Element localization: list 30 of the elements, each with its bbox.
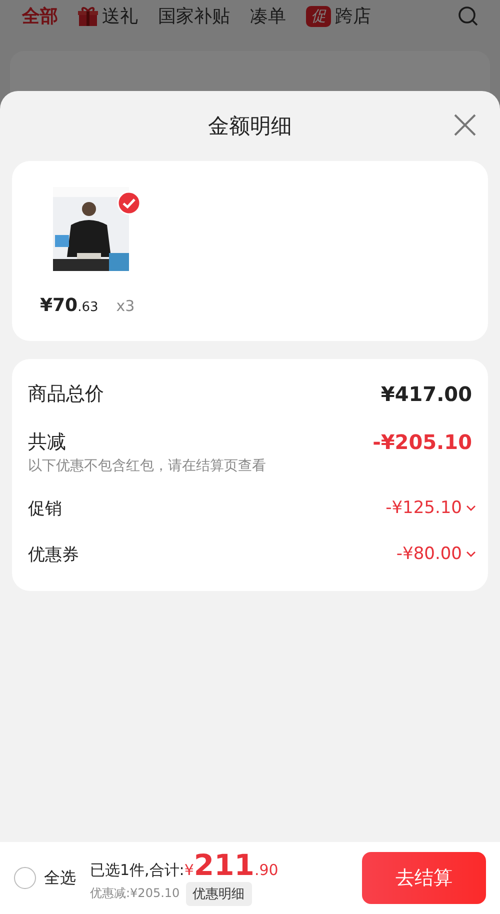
category-tab[interactable]: 全部 [22,4,58,28]
checkout-button[interactable]: 去结算 [362,852,486,904]
summary-amount: -¥125.10 [386,498,462,518]
product-price: ¥70.63 [40,295,98,316]
selected-count-text: 已选1件,合计: [90,860,184,880]
caret-icon[interactable] [466,504,476,512]
category-tab[interactable]: 国家补贴 [158,4,230,28]
summary-note: 以下优惠不包含红包，请在结算页查看 [28,457,267,475]
summary-amount: -¥205.10 [372,430,472,454]
total-price: ¥211.90 [184,850,278,880]
close-icon[interactable] [454,114,476,136]
select-all-label: 全选 [44,868,76,888]
discount-text: 优惠减:¥205.10 [90,885,180,902]
sheet-title: 金额明细 [208,113,292,140]
summary-amount: -¥80.00 [396,544,462,564]
details-button[interactable]: 优惠明细 [186,882,252,906]
category-tab[interactable]: 跨店 [335,4,371,28]
summary-label: 优惠券 [28,544,79,566]
category-tab[interactable]: 凑单 [250,4,286,28]
summary-label: 促销 [28,498,62,520]
promo-badge: 促 [306,6,331,26]
search-icon [458,6,478,26]
quantity-label: x3 [116,297,135,315]
summary-label: 共减 [28,430,66,455]
summary-amount: ¥417.00 [380,382,472,406]
radio-button[interactable] [14,867,36,889]
category-tab[interactable]: 送礼 [102,4,138,28]
caret-icon[interactable] [466,550,476,558]
summary-label: 商品总价 [28,382,104,407]
gift-icon [78,6,98,26]
